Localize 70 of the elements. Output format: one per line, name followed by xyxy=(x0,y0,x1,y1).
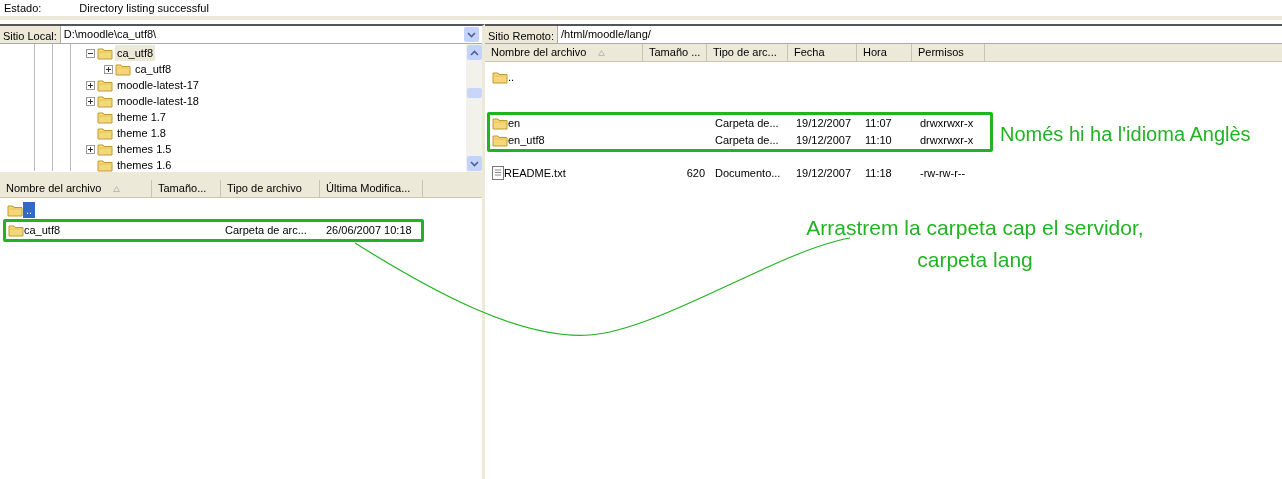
tree-item[interactable]: moodle-latest-18 xyxy=(115,92,201,110)
document-icon xyxy=(492,166,504,180)
file-type: Carpeta de... xyxy=(714,116,780,132)
file-name[interactable]: en xyxy=(508,115,521,132)
folder-icon xyxy=(492,70,508,84)
column-header[interactable]: Nombre del archivo xyxy=(0,180,152,197)
folder-icon xyxy=(97,110,113,124)
file-permissions: drwxrwxr-x xyxy=(919,116,975,132)
local-label: Sitio Local: xyxy=(0,26,61,43)
annotation-text: Arrastrem la carpeta cap el servidor, xyxy=(805,215,1145,241)
file-date: 19/12/2007 xyxy=(795,116,853,132)
folder-icon xyxy=(97,46,113,60)
chevron-up-icon[interactable] xyxy=(469,49,479,56)
annotation-text: carpeta lang xyxy=(916,247,1034,273)
file-name[interactable]: ca_utf8 xyxy=(24,222,61,239)
column-header[interactable]: Hora xyxy=(857,44,912,61)
expand-toggle-icon[interactable] xyxy=(86,144,95,154)
file-time: 11:18 xyxy=(864,165,893,181)
file-type: Carpeta de arc... xyxy=(224,223,308,239)
file-type: Documento... xyxy=(714,165,782,181)
folder-icon xyxy=(492,117,508,130)
tree-item[interactable]: theme 1.8 xyxy=(115,124,168,142)
file-name[interactable]: README.txt xyxy=(504,164,566,182)
column-header[interactable]: Tamaño... xyxy=(152,180,221,197)
expand-toggle-icon[interactable] xyxy=(86,96,95,106)
folder-icon xyxy=(97,142,113,156)
tree-item[interactable]: themes 1.6 xyxy=(115,156,174,172)
collapse-toggle-icon[interactable] xyxy=(86,48,95,58)
status-label: Estado: xyxy=(4,2,42,16)
file-size: 620 xyxy=(685,165,706,181)
file-type: Carpeta de... xyxy=(714,133,780,149)
folder-icon xyxy=(97,158,113,172)
column-header[interactable]: Fecha xyxy=(788,44,857,61)
folder-icon xyxy=(492,134,508,147)
parent-folder-item[interactable]: .. xyxy=(23,201,36,219)
folder-icon xyxy=(115,62,131,76)
folder-icon xyxy=(97,126,113,140)
chevron-down-icon[interactable] xyxy=(469,160,479,167)
tree-item[interactable]: ca_utf8 xyxy=(133,60,174,78)
file-permissions: drwxrwxr-x xyxy=(919,133,975,149)
folder-icon xyxy=(97,94,113,108)
column-header[interactable]: Última Modifica... xyxy=(320,180,423,197)
file-name[interactable]: en_utf8 xyxy=(508,132,545,149)
local-path-field[interactable]: D:\moodle\ca_utf8\ xyxy=(60,26,482,43)
chevron-down-icon[interactable] xyxy=(467,31,476,38)
column-header[interactable]: Tamaño ... xyxy=(643,44,707,61)
column-header[interactable]: Tipo de archivo xyxy=(221,180,320,197)
tree-item[interactable]: theme 1.7 xyxy=(115,108,168,126)
scrollbar-thumb[interactable] xyxy=(466,88,482,98)
file-permissions: -rw-rw-r-- xyxy=(919,165,967,181)
file-time: 11:10 xyxy=(864,133,893,149)
column-header[interactable]: Permisos xyxy=(912,44,985,61)
annotation-text: Només hi ha l'idioma Anglès xyxy=(1000,122,1251,146)
file-date: 19/12/2007 xyxy=(795,165,853,181)
file-time: 11:07 xyxy=(864,116,893,132)
tree-item[interactable]: moodle-latest-17 xyxy=(115,76,201,94)
remote-path-field[interactable]: /html/moodle/lang/ xyxy=(558,26,1282,43)
tree-item[interactable]: ca_utf8 xyxy=(115,44,156,62)
parent-folder-item[interactable]: .. xyxy=(508,68,515,86)
folder-icon xyxy=(8,224,24,237)
expand-toggle-icon[interactable] xyxy=(104,64,113,74)
column-header[interactable]: Tipo de arc... xyxy=(707,44,788,61)
file-date: 19/12/2007 xyxy=(795,133,853,149)
column-header[interactable]: Nombre del archivo xyxy=(485,44,643,61)
expand-toggle-icon[interactable] xyxy=(86,80,95,90)
status-message: Directory listing successful xyxy=(79,2,209,16)
folder-icon xyxy=(97,78,113,92)
tree-item[interactable]: themes 1.5 xyxy=(115,140,174,158)
file-modified: 26/06/2007 10:18 xyxy=(325,223,413,239)
folder-icon xyxy=(7,203,23,217)
